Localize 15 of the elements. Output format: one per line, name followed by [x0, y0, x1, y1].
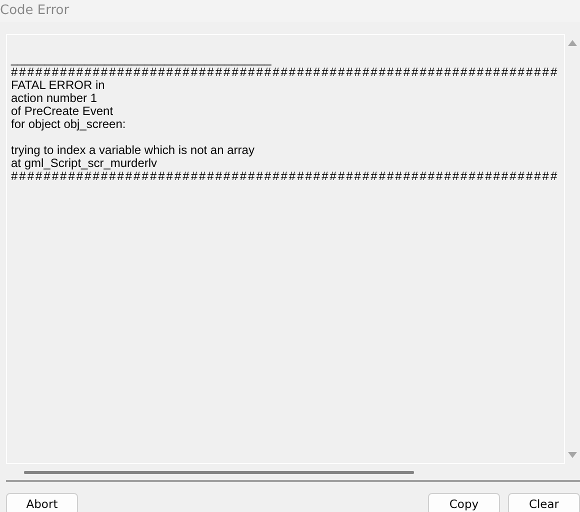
- log-line: at gml_Script_scr_murderlv: [11, 157, 158, 170]
- scrollbar-thumb[interactable]: [24, 470, 414, 474]
- separator-line: _______________________________________: [11, 53, 272, 66]
- copy-button[interactable]: Copy: [428, 493, 500, 512]
- scroll-up-arrow-icon[interactable]: [568, 40, 577, 46]
- separator-line: ###################################################################: [11, 170, 560, 183]
- log-line: FATAL ERROR in: [11, 79, 106, 92]
- scroll-down-arrow-icon[interactable]: [568, 452, 577, 458]
- clear-button[interactable]: Clear: [508, 493, 580, 512]
- abort-button[interactable]: Abort: [6, 493, 78, 512]
- separator-line: ###################################################################: [11, 66, 560, 79]
- log-line: of PreCreate Event: [11, 105, 114, 118]
- log-line: for object obj_screen:: [11, 118, 127, 131]
- log-line: trying to index a variable which is not an array: [11, 144, 256, 157]
- log-line: action number 1: [11, 92, 98, 105]
